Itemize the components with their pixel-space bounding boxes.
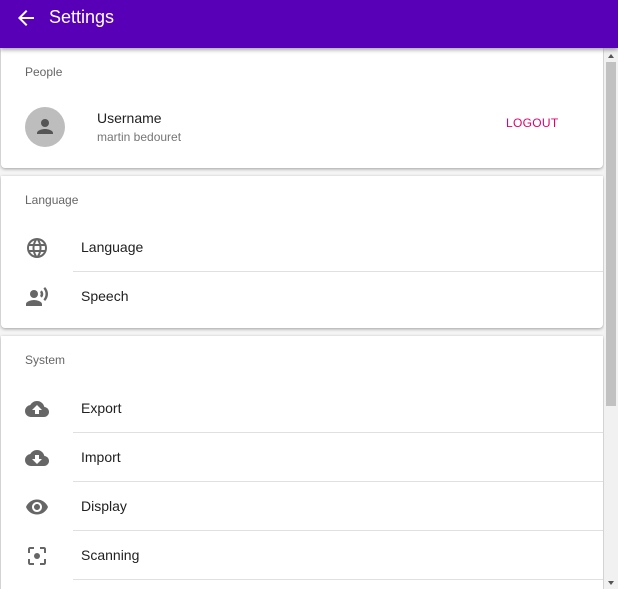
- settings-item-export[interactable]: Export: [1, 384, 603, 433]
- settings-item-import[interactable]: Import: [1, 433, 603, 482]
- avatar: [25, 107, 65, 147]
- settings-item-label: Scanning: [81, 547, 140, 563]
- scroll-up-arrow-icon[interactable]: [608, 54, 614, 58]
- scan-icon: [25, 544, 49, 568]
- people-section-title: People: [25, 65, 63, 79]
- settings-item-scanning[interactable]: Scanning: [1, 531, 603, 580]
- username-label: Username: [97, 110, 162, 126]
- logout-button[interactable]: LOGOUT: [506, 116, 558, 130]
- settings-item-label: Display: [81, 498, 127, 514]
- vertical-scrollbar[interactable]: [604, 48, 618, 589]
- record-voice-icon: [25, 285, 49, 309]
- globe-icon: [25, 236, 49, 260]
- app-bar: Settings: [0, 0, 618, 48]
- eye-icon: [25, 495, 49, 519]
- settings-item-label: Speech: [81, 288, 129, 304]
- people-card: People Username martin bedouret LOGOUT: [1, 48, 603, 168]
- scroll-down-arrow-icon[interactable]: [608, 581, 614, 585]
- person-icon: [37, 119, 53, 134]
- settings-content: People Username martin bedouret LOGOUT L…: [0, 48, 604, 589]
- language-section-title: Language: [25, 193, 79, 207]
- settings-item-label: Export: [81, 400, 122, 416]
- divider: [73, 579, 603, 580]
- language-card: Language Language Speech: [1, 176, 603, 328]
- settings-item-language[interactable]: Language: [1, 223, 603, 272]
- system-card: System Export Import Display Scanning: [1, 336, 603, 589]
- username-value: martin bedouret: [97, 130, 182, 144]
- cloud-download-icon: [25, 446, 49, 470]
- settings-item-speech[interactable]: Speech: [1, 272, 603, 321]
- back-arrow-icon[interactable]: [14, 6, 38, 30]
- cloud-upload-icon: [25, 397, 49, 421]
- settings-item-display[interactable]: Display: [1, 482, 603, 531]
- page-title: Settings: [49, 7, 115, 27]
- system-section-title: System: [25, 353, 66, 367]
- settings-item-label: Import: [81, 449, 121, 465]
- settings-item-label: Language: [81, 239, 144, 255]
- scroll-thumb[interactable]: [606, 62, 616, 406]
